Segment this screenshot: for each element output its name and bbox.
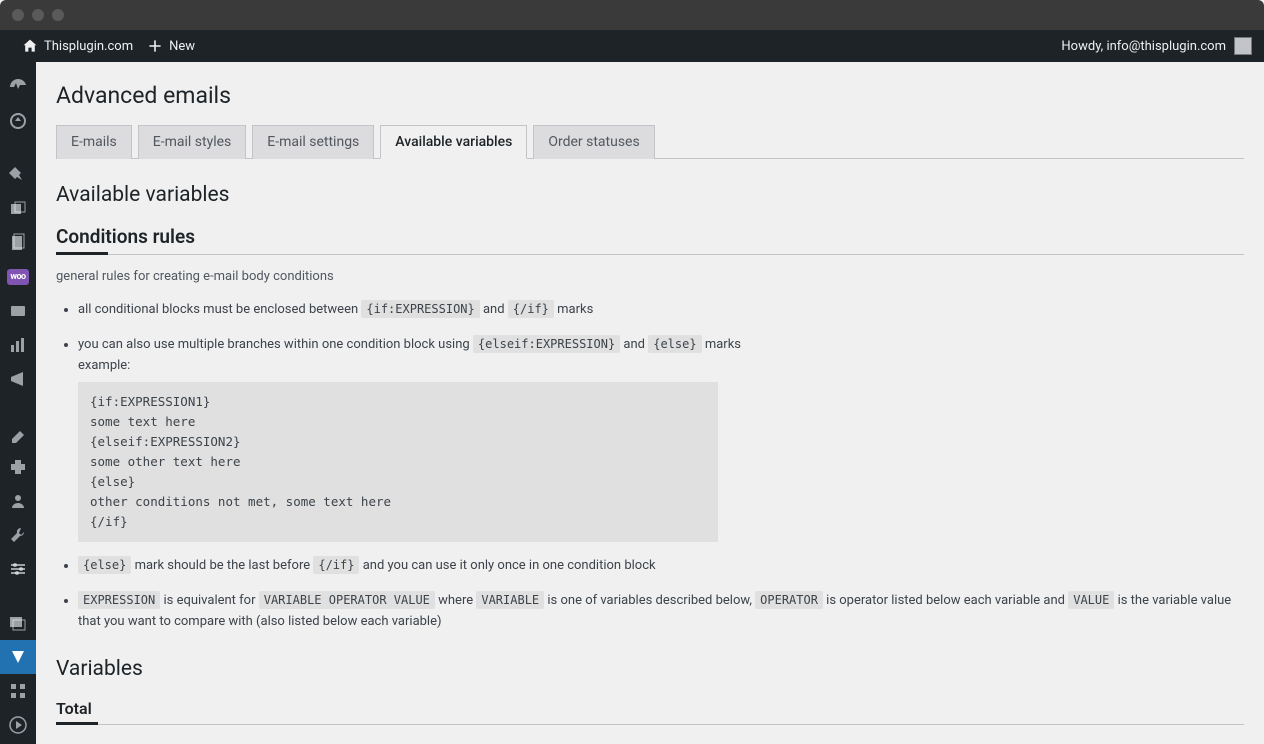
pin-icon[interactable] bbox=[0, 158, 36, 192]
window-titlebar bbox=[0, 0, 1264, 30]
avatar bbox=[1234, 37, 1252, 55]
thisplugin-icon[interactable] bbox=[0, 640, 36, 674]
example-label: example: bbox=[78, 356, 1244, 377]
separator bbox=[0, 138, 36, 158]
analytics-icon[interactable] bbox=[0, 328, 36, 362]
rule-item: you can also use multiple branches withi… bbox=[78, 335, 1244, 543]
pages-icon[interactable] bbox=[0, 226, 36, 260]
new-label: New bbox=[169, 39, 195, 54]
play-icon[interactable] bbox=[0, 708, 36, 742]
rule-item: EXPRESSION is equivalent for VARIABLE OP… bbox=[78, 591, 1244, 633]
code-operator: OPERATOR bbox=[755, 591, 823, 609]
code-if: {if:EXPRESSION} bbox=[361, 300, 479, 318]
variable-total-heading: Total bbox=[56, 699, 1244, 725]
dashboard-icon[interactable] bbox=[0, 70, 36, 104]
slides-icon[interactable] bbox=[0, 606, 36, 640]
code-endif: {/if} bbox=[313, 556, 359, 574]
tab-nav: E-mails E-mail styles E-mail settings Av… bbox=[56, 125, 1244, 159]
marketing-icon[interactable] bbox=[0, 362, 36, 396]
rule-item: all conditional blocks must be enclosed … bbox=[78, 300, 1244, 321]
window-close-dot[interactable] bbox=[12, 9, 24, 21]
section-title: Available variables bbox=[56, 183, 1244, 207]
code-variable: VARIABLE bbox=[476, 591, 544, 609]
account-link[interactable]: Howdy, info@thisplugin.com bbox=[1061, 37, 1252, 55]
card-icon[interactable] bbox=[0, 294, 36, 328]
plugins-icon[interactable] bbox=[0, 450, 36, 484]
code-block: {if:EXPRESSION1} some text here {elseif:… bbox=[78, 382, 718, 542]
howdy-text: Howdy, info@thisplugin.com bbox=[1061, 39, 1226, 54]
tab-order-statuses[interactable]: Order statuses bbox=[533, 125, 654, 159]
site-name: Thisplugin.com bbox=[44, 39, 133, 54]
admin-bar: Thisplugin.com New Howdy, info@thisplugi… bbox=[0, 30, 1264, 62]
tab-email-settings[interactable]: E-mail settings bbox=[252, 125, 374, 159]
separator bbox=[0, 396, 36, 416]
grid-icon[interactable] bbox=[0, 674, 36, 708]
variables-heading: Variables bbox=[56, 657, 1244, 681]
main-content: Advanced emails E-mails E-mail styles E-… bbox=[36, 62, 1264, 744]
code-else: {else} bbox=[648, 335, 701, 353]
conditions-subtext: general rules for creating e-mail body c… bbox=[56, 269, 1244, 284]
tab-available-variables[interactable]: Available variables bbox=[380, 125, 527, 159]
appearance-icon[interactable] bbox=[0, 416, 36, 450]
tab-email-styles[interactable]: E-mail styles bbox=[138, 125, 246, 159]
code-value: VALUE bbox=[1068, 591, 1114, 609]
update-icon[interactable] bbox=[0, 104, 36, 138]
conditions-heading: Conditions rules bbox=[56, 225, 1244, 255]
users-icon[interactable] bbox=[0, 484, 36, 518]
woocommerce-icon[interactable]: woo bbox=[0, 260, 36, 294]
code-else: {else} bbox=[78, 556, 131, 574]
media-icon[interactable] bbox=[0, 192, 36, 226]
window-min-dot[interactable] bbox=[32, 9, 44, 21]
code-expression: EXPRESSION bbox=[78, 591, 160, 609]
admin-sidebar: woo bbox=[0, 62, 36, 744]
code-endif: {/if} bbox=[508, 300, 554, 318]
tab-emails[interactable]: E-mails bbox=[56, 125, 132, 159]
tools-icon[interactable] bbox=[0, 518, 36, 552]
code-elseif: {elseif:EXPRESSION} bbox=[473, 335, 620, 353]
site-link[interactable]: Thisplugin.com bbox=[22, 38, 133, 54]
separator bbox=[0, 586, 36, 606]
settings-icon[interactable] bbox=[0, 552, 36, 586]
page-title: Advanced emails bbox=[56, 82, 1244, 109]
code-varopval: VARIABLE OPERATOR VALUE bbox=[259, 591, 435, 609]
rule-item: {else} mark should be the last before {/… bbox=[78, 556, 1244, 577]
window-max-dot[interactable] bbox=[52, 9, 64, 21]
new-link[interactable]: New bbox=[147, 38, 195, 54]
rules-list: all conditional blocks must be enclosed … bbox=[56, 300, 1244, 633]
